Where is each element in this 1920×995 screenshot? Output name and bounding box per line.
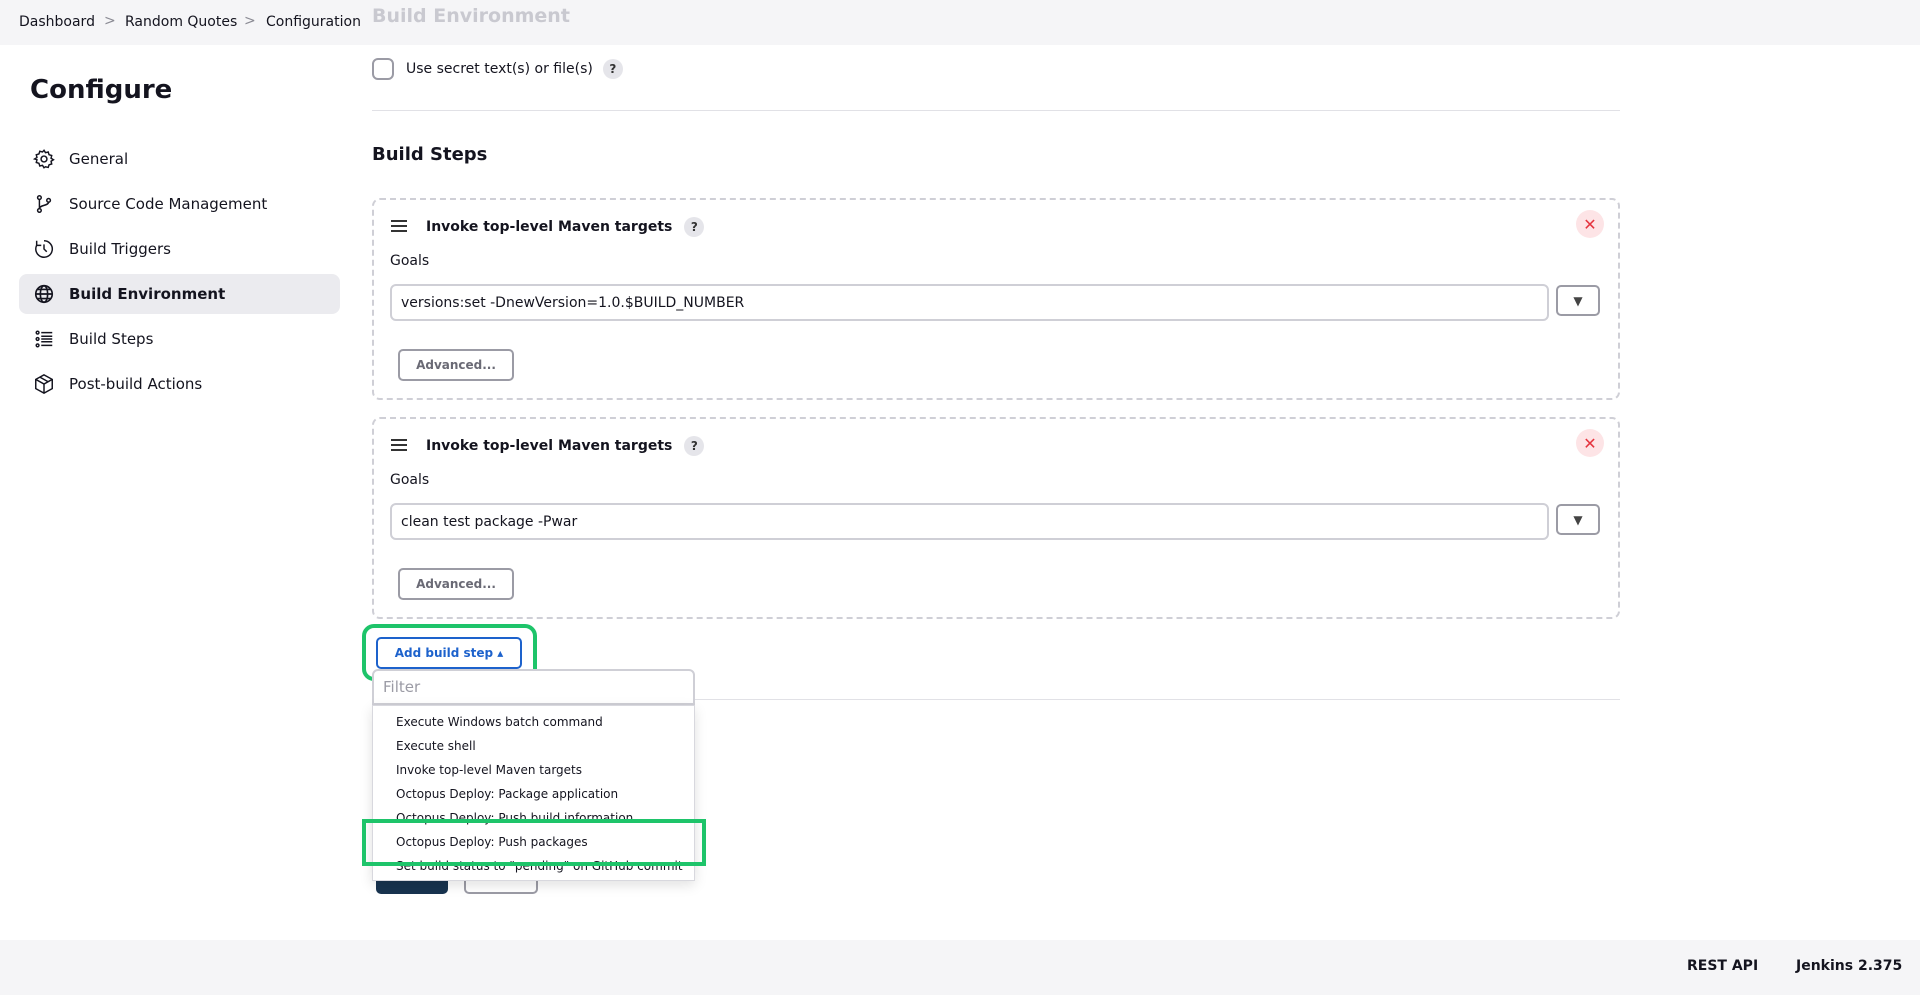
sidebar-item-label: Build Triggers: [69, 240, 171, 258]
goals-input[interactable]: versions:set -DnewVersion=1.0.$BUILD_NUM…: [390, 284, 1549, 321]
breadcrumb: Dashboard > Random Quotes > Configuratio…: [0, 0, 1920, 45]
help-icon[interactable]: ?: [602, 59, 623, 79]
build-step-title: Invoke top-level Maven targets ?: [426, 217, 705, 237]
goals-label: Goals: [390, 253, 430, 269]
branch-icon: [33, 193, 55, 215]
sidebar-item-build-triggers[interactable]: Build Triggers: [19, 229, 340, 269]
build-steps-title: Build Steps: [372, 144, 488, 165]
sidebar-item-general[interactable]: General: [19, 139, 340, 179]
help-icon[interactable]: ?: [684, 217, 705, 237]
footer: REST API Jenkins 2.375: [0, 940, 1920, 995]
close-icon[interactable]: ✕: [1576, 210, 1604, 238]
help-icon[interactable]: ?: [684, 436, 705, 456]
build-step-title: Invoke top-level Maven targets ?: [426, 436, 705, 456]
secret-label[interactable]: Use secret text(s) or file(s): [406, 61, 593, 77]
build-step-card: Invoke top-level Maven targets ? ✕ Goals…: [372, 198, 1620, 400]
sidebar-item-label: Build Steps: [69, 330, 154, 348]
sidebar-item-build-steps[interactable]: Build Steps: [19, 319, 340, 359]
expand-textarea-button[interactable]: ▼: [1556, 285, 1600, 316]
menu-item[interactable]: Execute Windows batch command: [396, 715, 603, 729]
advanced-button[interactable]: Advanced...: [398, 349, 514, 381]
goals-label: Goals: [390, 472, 430, 488]
sidebar-item-build-environment[interactable]: Build Environment: [19, 274, 340, 314]
breadcrumb-separator: >: [104, 13, 116, 29]
breadcrumb-random-quotes[interactable]: Random Quotes: [125, 14, 237, 30]
gear-icon: [33, 148, 55, 170]
rest-api-link[interactable]: REST API: [1687, 958, 1758, 974]
list-icon: [33, 328, 55, 350]
sidebar-item-source-code-management[interactable]: Source Code Management: [19, 184, 340, 224]
secret-checkbox[interactable]: [372, 58, 394, 80]
sticky-section-heading: Build Environment: [372, 5, 570, 27]
menu-item[interactable]: Invoke top-level Maven targets: [396, 763, 582, 777]
package-icon: [33, 373, 55, 395]
filter-input[interactable]: Filter: [372, 669, 695, 705]
sidebar-item-label: General: [69, 150, 129, 168]
sidebar-item-label: Build Environment: [69, 285, 226, 303]
breadcrumb-separator: >: [244, 13, 256, 29]
globe-icon: [33, 283, 55, 305]
build-step-card: Invoke top-level Maven targets ? ✕ Goals…: [372, 417, 1620, 619]
page-title: Configure: [30, 75, 173, 105]
close-icon[interactable]: ✕: [1576, 429, 1604, 457]
section-divider: [372, 110, 1620, 111]
sidebar-item-label: Source Code Management: [69, 195, 268, 213]
goals-input[interactable]: clean test package -Pwar: [390, 503, 1549, 540]
drag-handle-icon[interactable]: [391, 220, 407, 235]
sidebar-item-post-build-actions[interactable]: Post-build Actions: [19, 364, 340, 404]
menu-item[interactable]: Execute shell: [396, 739, 476, 753]
jenkins-version-link[interactable]: Jenkins 2.375: [1796, 958, 1902, 974]
build-step-title-text: Invoke top-level Maven targets: [426, 438, 673, 454]
drag-handle-icon[interactable]: [391, 439, 407, 454]
clock-icon: [33, 238, 55, 260]
expand-textarea-button[interactable]: ▼: [1556, 504, 1600, 535]
breadcrumb-dashboard[interactable]: Dashboard: [19, 14, 95, 30]
highlight-frame: [362, 819, 706, 866]
sidebar-item-label: Post-build Actions: [69, 375, 203, 393]
menu-item[interactable]: Octopus Deploy: Package application: [396, 787, 618, 801]
secret-option: Use secret text(s) or file(s) ?: [372, 58, 623, 80]
breadcrumb-configuration[interactable]: Configuration: [266, 14, 361, 30]
build-step-title-text: Invoke top-level Maven targets: [426, 219, 673, 235]
advanced-button[interactable]: Advanced...: [398, 568, 514, 600]
